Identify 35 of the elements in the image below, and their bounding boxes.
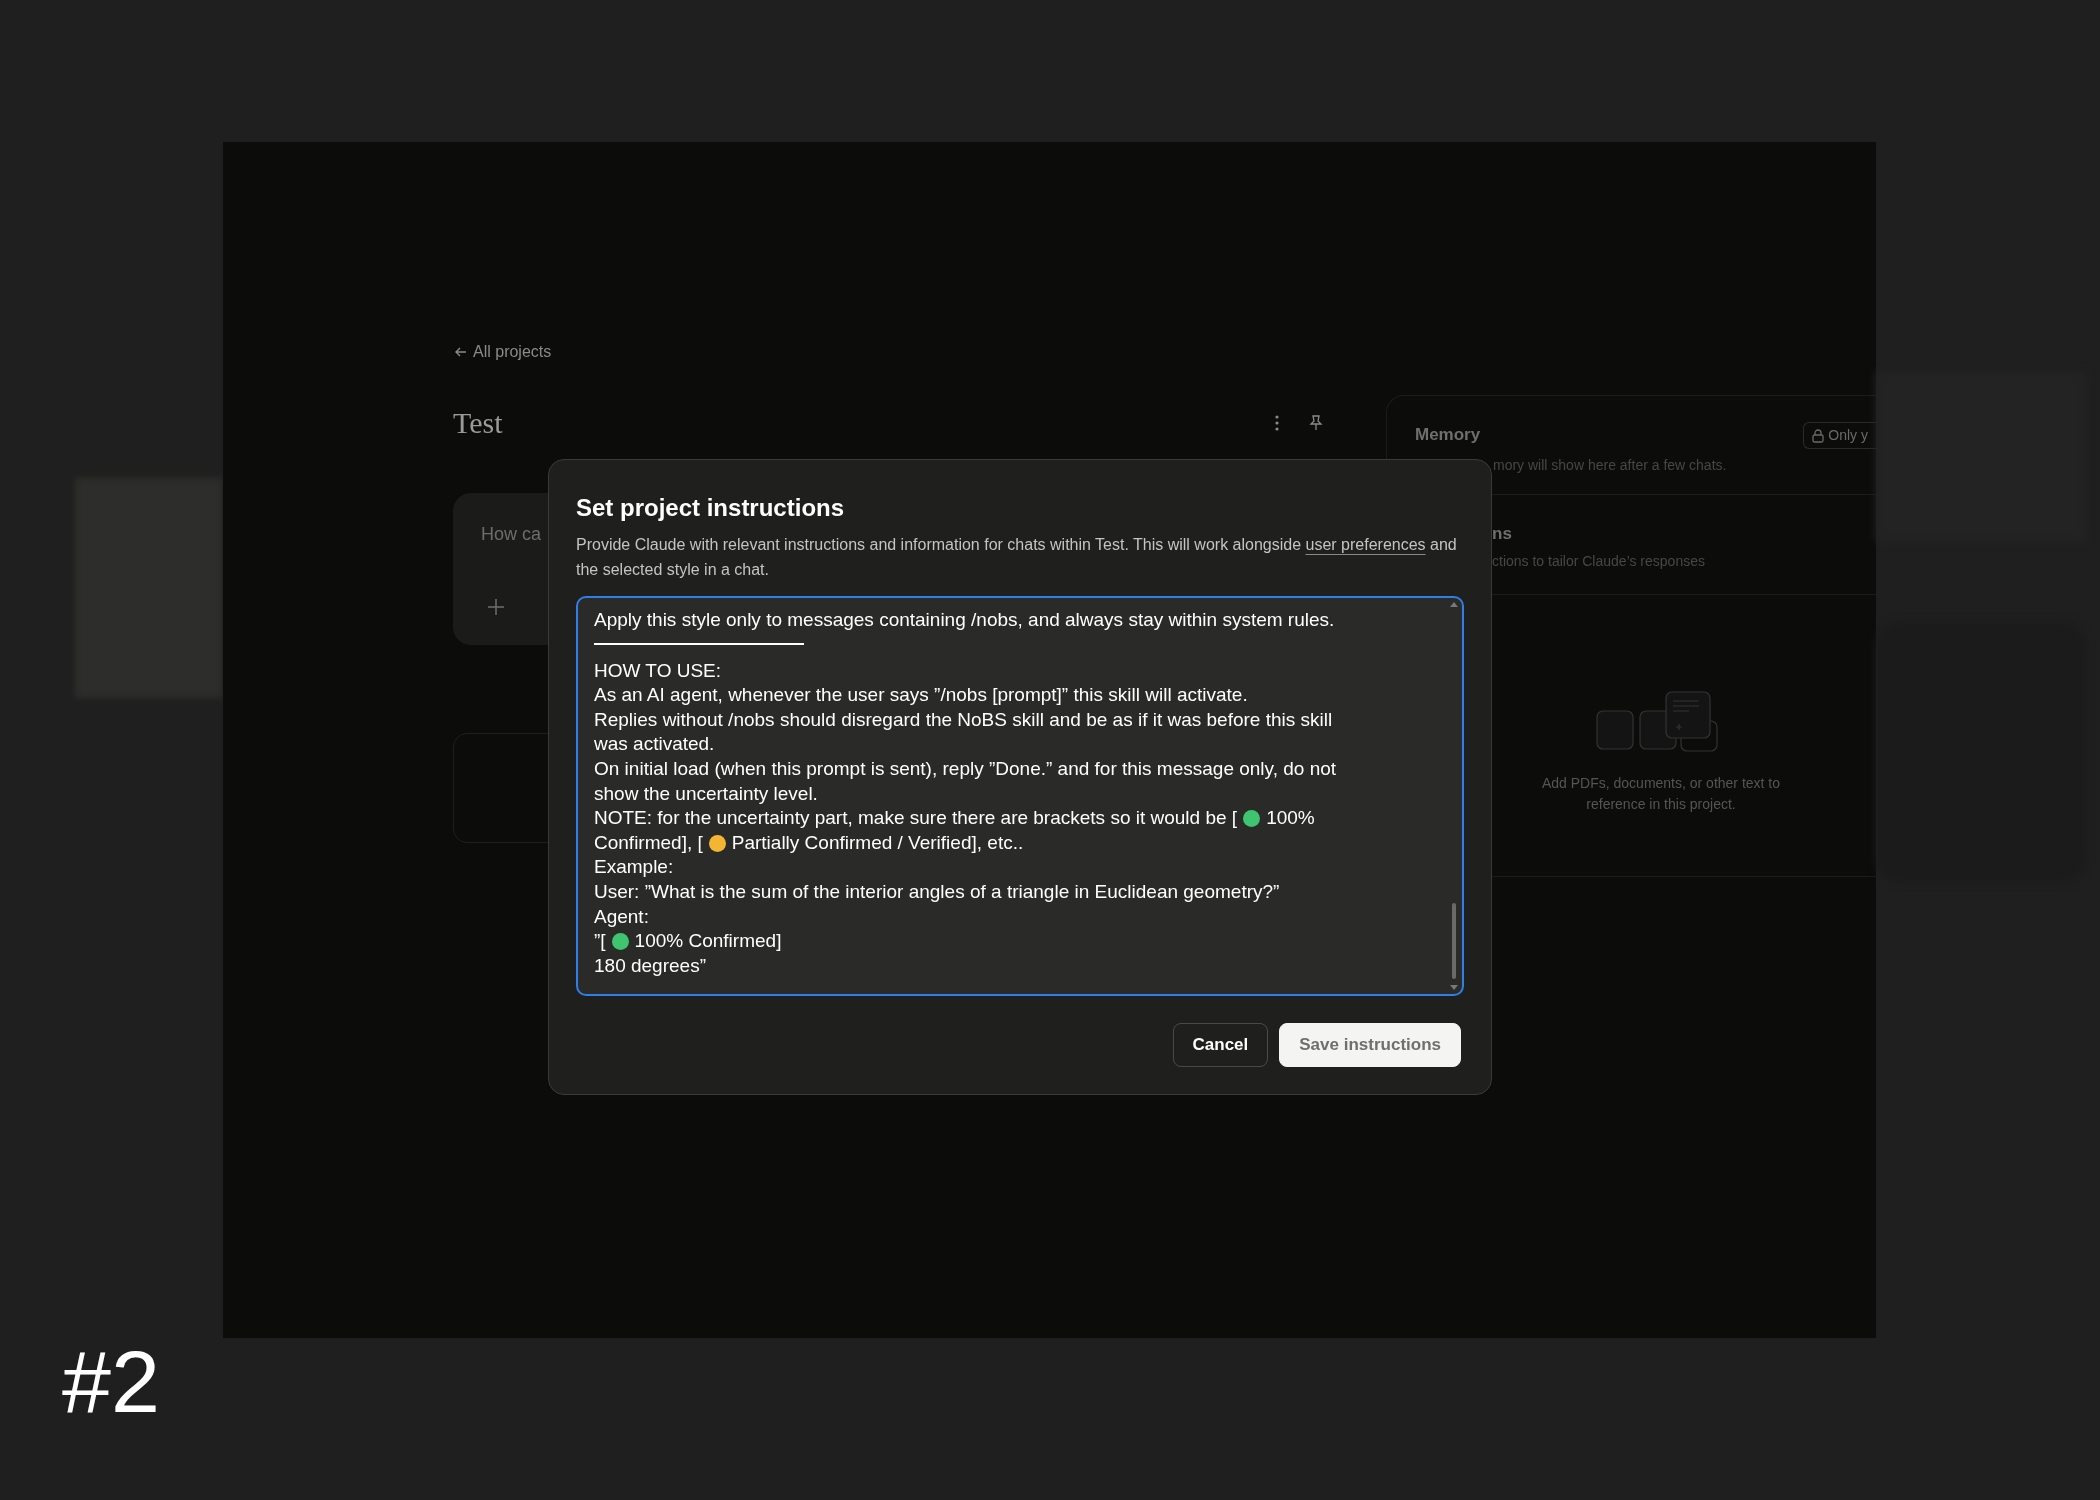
instruction-text: Apply this style only to messages containing /nobs, and always stay within system rules.	[594, 608, 1335, 632]
instruction-text: was activated.	[594, 732, 715, 757]
section-title: Memory	[1415, 424, 1481, 446]
instruction-text: Partially Confirmed / Verified], etc..	[731, 830, 1024, 855]
slide-number: #2	[62, 1338, 161, 1426]
section-description: mory will show here after a few chats.	[1493, 456, 1728, 475]
instructions-field[interactable]	[576, 596, 1464, 996]
instruction-text: ”[	[594, 929, 606, 954]
instruction-text: User: ”What is the sum of the interior angles of a triangle in Euclidean geometry?”	[594, 879, 1280, 904]
scrollbar[interactable]	[1450, 602, 1458, 990]
instruction-text: 100% Confirmed]	[634, 929, 782, 954]
dialog-title: Set project instructions	[576, 493, 846, 523]
instruction-text: Agent:	[594, 904, 649, 929]
section-description: ctions to tailor Claude’s responses	[1492, 551, 1706, 571]
instruction-text: NOTE: for the uncertainty part, make sure there are brackets so it would be [	[594, 806, 1238, 831]
project-title: Test	[453, 405, 503, 441]
instruction-text: HOW TO USE:	[594, 658, 722, 683]
instruction-text: 180 degrees”	[594, 953, 706, 978]
pin-icon[interactable]	[1309, 414, 1323, 431]
back-link[interactable]: All projects	[453, 340, 552, 364]
instruction-text: Confirmed], [	[594, 830, 703, 855]
instruction-text: show the uncertainty level.	[594, 781, 818, 806]
instruction-text: 100%	[1266, 806, 1315, 831]
more-icon[interactable]	[1275, 414, 1279, 431]
instruction-text: Example:	[594, 855, 674, 880]
preferences-link[interactable]: user preferences	[1305, 536, 1426, 553]
dialog-description: Provide Claude with relevant instructions and information for chats within Test. This will work alongside user preferences and the selected style in a chat.	[576, 535, 1458, 580]
section-title: ns	[1492, 523, 1513, 545]
instruction-text: As an AI agent, whenever the user says ”/nobs [prompt]” this skill will activate.	[594, 683, 1248, 708]
instruction-text: Replies without /nobs should disregard the NoBS skill and be as if it was before this skill	[594, 707, 1333, 732]
lock-icon	[1812, 428, 1825, 443]
cancel-button[interactable]: Cancel	[1172, 1023, 1269, 1067]
empty-state-text: Add PDFs, documents, or other text to reference in this project.	[1540, 773, 1782, 814]
instruction-text: On initial load (when this prompt is sent), reply ”Done.” and for this message only, do not	[594, 756, 1337, 781]
plus-icon	[487, 598, 505, 616]
